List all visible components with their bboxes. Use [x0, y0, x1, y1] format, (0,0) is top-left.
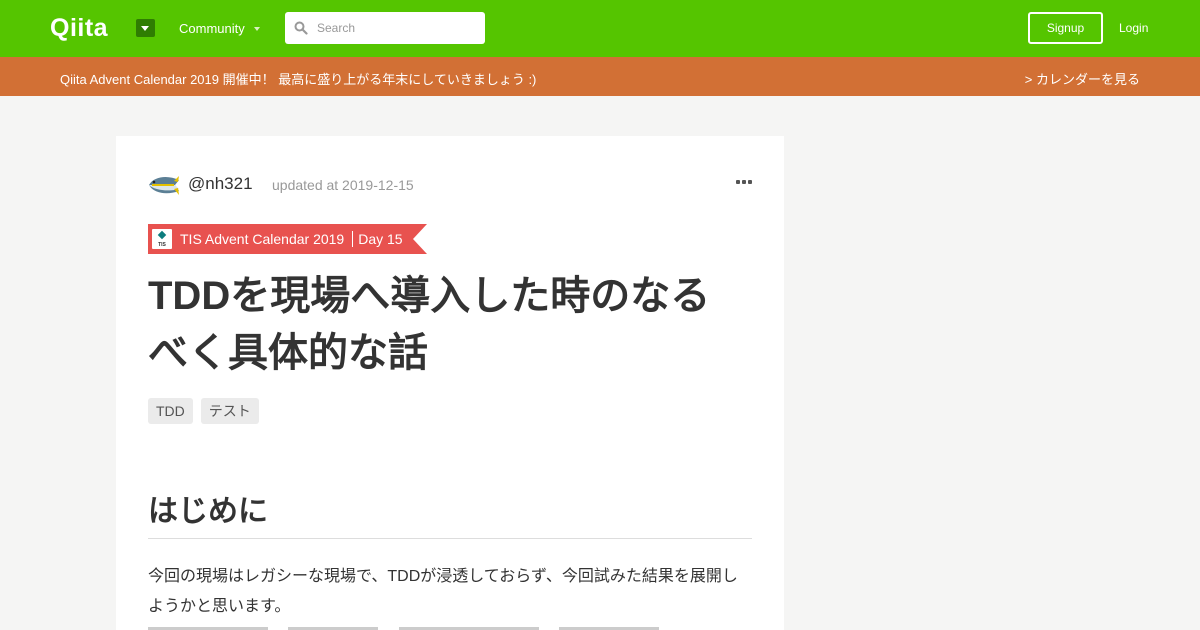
intro-paragraph: 今回の現場はレガシーな現場で、TDDが浸透しておらず、今回試みた結果を展開しよう…: [148, 568, 738, 615]
tag-tdd[interactable]: TDD: [148, 398, 193, 424]
search-box[interactable]: [285, 12, 485, 44]
updated-date: updated at 2019-12-15: [272, 177, 414, 193]
cut-off-text-line: [148, 624, 752, 630]
qiita-logo[interactable]: Qiita: [50, 14, 108, 42]
section-heading: はじめに: [148, 492, 752, 539]
view-calendar-link[interactable]: > カレンダーを見る: [1025, 69, 1140, 88]
community-menu[interactable]: Community: [179, 21, 260, 36]
logo-mark: [157, 230, 167, 240]
calendar-title: TIS Advent Calendar 2019: [180, 231, 345, 247]
tag-test[interactable]: テスト: [200, 398, 259, 424]
advent-calendar-banner: Qiita Advent Calendar 2019 開催中！ 最高に盛り上がる…: [0, 57, 1200, 96]
calendar-day: Day 15: [358, 231, 403, 247]
advent-calendar-ribbon[interactable]: TIS TIS Advent Calendar 2019 Day 15: [148, 224, 427, 254]
article-card: @nh321 updated at 2019-12-15 TIS TIS Adv…: [116, 136, 784, 630]
dot: [736, 180, 740, 184]
community-label: Community: [179, 21, 245, 36]
more-options-icon[interactable]: [736, 174, 752, 190]
dot: [742, 180, 746, 184]
article-title: TDDを現場へ導入した時のなるべく具体的な話: [148, 274, 711, 375]
chevron-down-icon: [253, 26, 260, 31]
ribbon-body: TIS TIS Advent Calendar 2019 Day 15: [148, 224, 413, 254]
search-input[interactable]: [317, 12, 477, 44]
divider: [352, 231, 354, 247]
ribbon-tail: [412, 224, 427, 254]
logo-menu-dropdown-icon[interactable]: [136, 19, 155, 37]
banner-message: Qiita Advent Calendar 2019 開催中！ 最高に盛り上がる…: [60, 72, 537, 87]
login-link[interactable]: Login: [1119, 21, 1148, 35]
search-icon: [294, 21, 308, 35]
global-header: Qiita Community Signup Login: [0, 0, 1200, 57]
dot: [748, 180, 752, 184]
logo-text: TIS: [158, 242, 166, 248]
avatar[interactable]: [148, 170, 180, 198]
author-username[interactable]: @nh321: [188, 174, 253, 194]
tag-list: TDD テスト: [148, 398, 267, 424]
signup-button[interactable]: Signup: [1028, 12, 1103, 44]
tis-logo-icon: TIS: [152, 229, 172, 249]
